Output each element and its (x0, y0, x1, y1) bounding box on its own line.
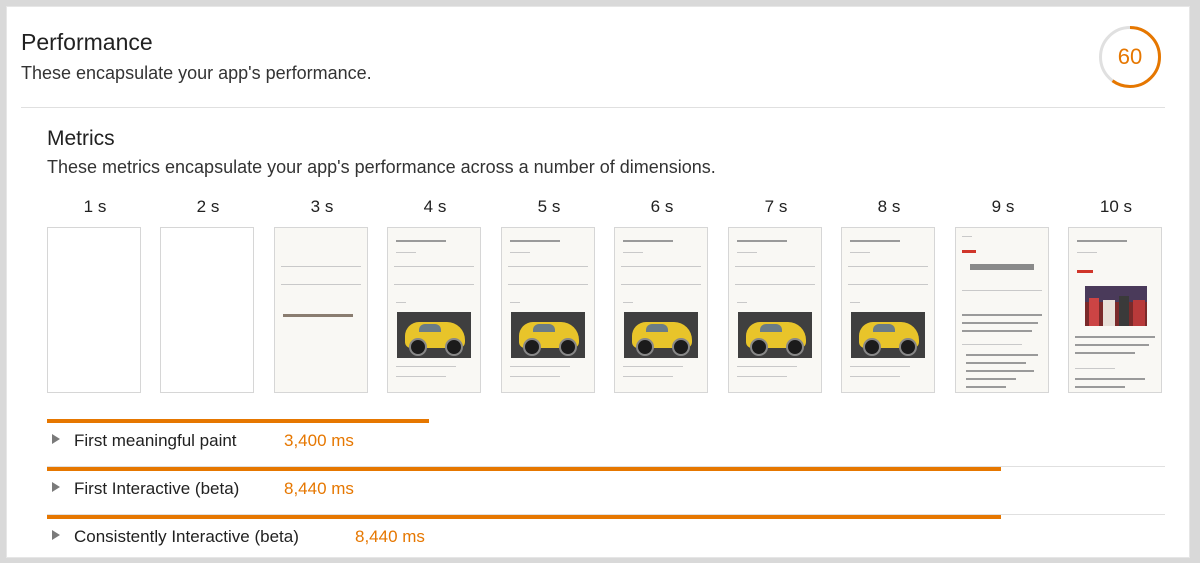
first-interactive-bar (47, 467, 1001, 471)
triangle-right-icon[interactable] (52, 482, 60, 492)
filmstrip-frame-6 (614, 227, 708, 393)
metric-label-first-meaningful-paint[interactable]: First meaningful paint (74, 431, 237, 451)
frame-label-3: 3 s (310, 197, 334, 216)
frame-label-2: 2 s (196, 197, 220, 216)
metric-value-first-meaningful-paint: 3,400 ms (284, 431, 354, 450)
frame-label-9: 9 s (991, 197, 1015, 216)
first-meaningful-paint-bar (47, 419, 429, 423)
frame-label-8: 8 s (877, 197, 901, 216)
filmstrip-frame-5 (501, 227, 595, 393)
car-photo-thumbnail (851, 312, 925, 358)
filmstrip-frame-7 (728, 227, 822, 393)
car-photo-thumbnail (738, 312, 812, 358)
performance-card: Performance These encapsulate your app's… (6, 6, 1190, 558)
metrics-description: These metrics encapsulate your app's per… (47, 157, 716, 177)
filmstrip-frame-1 (47, 227, 141, 393)
frame-label-6: 6 s (650, 197, 674, 216)
filmstrip-frame-2 (160, 227, 254, 393)
frame-label-7: 7 s (764, 197, 788, 216)
car-photo-thumbnail (397, 312, 471, 358)
metric-value-consistently-interactive: 8,440 ms (355, 527, 425, 546)
performance-score: 60 (1117, 44, 1143, 69)
metric-label-first-interactive[interactable]: First Interactive (beta) (74, 479, 239, 499)
metric-label-consistently-interactive[interactable]: Consistently Interactive (beta) (74, 527, 299, 547)
frame-label-1: 1 s (83, 197, 107, 216)
consistently-interactive-bar (47, 515, 1001, 519)
performance-description: These encapsulate your app's performance… (21, 63, 372, 83)
car-photo-thumbnail (624, 312, 698, 358)
frame-label-5: 5 s (537, 197, 561, 216)
filmstrip-frame-3 (274, 227, 368, 393)
section-divider (21, 107, 1165, 108)
performance-title: Performance (21, 29, 153, 55)
triangle-right-icon[interactable] (52, 434, 60, 444)
filmstrip-frame-9 (955, 227, 1049, 393)
triangle-right-icon[interactable] (52, 530, 60, 540)
frame-label-10: 10 s (1099, 197, 1133, 216)
car-photo-thumbnail (511, 312, 585, 358)
filmstrip-frame-10 (1068, 227, 1162, 393)
filmstrip-frame-4 (387, 227, 481, 393)
frame-label-4: 4 s (423, 197, 447, 216)
metric-value-first-interactive: 8,440 ms (284, 479, 354, 498)
metrics-title: Metrics (47, 127, 115, 150)
people-photo-thumbnail (1085, 286, 1147, 326)
filmstrip-frame-8 (841, 227, 935, 393)
